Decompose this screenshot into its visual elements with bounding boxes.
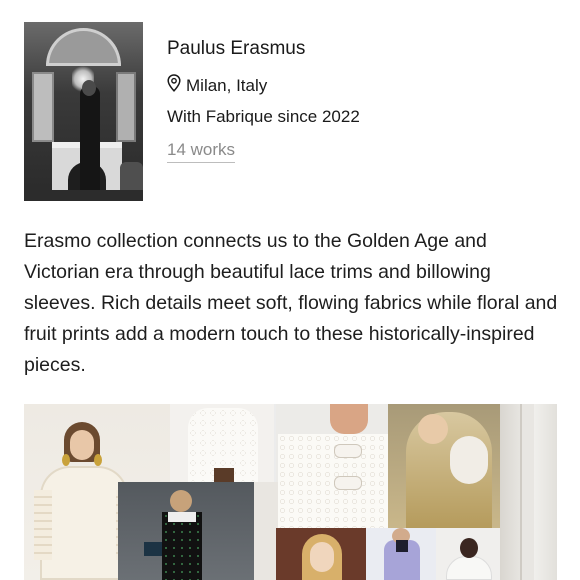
map-pin-icon bbox=[167, 74, 181, 97]
artist-name: Paulus Erasmus bbox=[167, 38, 306, 59]
artist-location: Milan, Italy bbox=[167, 74, 267, 97]
location-text: Milan, Italy bbox=[186, 75, 268, 95]
works-link[interactable]: 14 works bbox=[167, 140, 236, 163]
artist-profile-photo bbox=[24, 22, 143, 201]
artist-since: With Fabrique since 2022 bbox=[167, 107, 360, 126]
collection-moodboard-image bbox=[24, 404, 557, 580]
collection-description: Erasmo collection connects us to the Gol… bbox=[24, 230, 558, 376]
